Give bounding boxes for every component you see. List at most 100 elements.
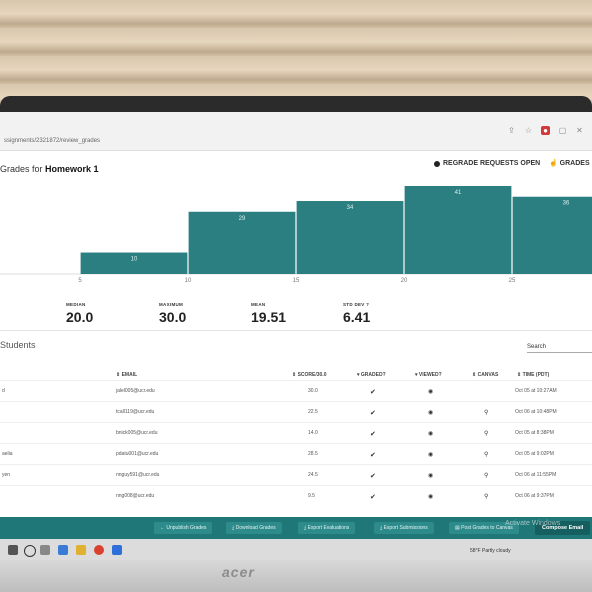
hand-icon: ☝ <box>549 160 558 167</box>
regrade-requests-toggle[interactable]: REGRADE REQUESTS OPEN <box>434 160 540 167</box>
mean-value: 19.51 <box>251 309 287 325</box>
table-row[interactable]: d jalel005@ucr.edu 30.0 ✔ ◉ Oct 05 at 10:27AM <box>0 380 592 402</box>
column-header-score[interactable]: ⇕ SCORE/30.0 <box>292 372 326 378</box>
task-view-icon[interactable] <box>40 545 50 555</box>
student-score: 24.5 <box>308 472 318 478</box>
maximum-value: 30.0 <box>159 309 187 325</box>
export-evaluations-button[interactable]: ⤓ Export Evaluations <box>298 522 356 534</box>
search-input[interactable]: Search <box>527 344 592 353</box>
address-bar[interactable]: ssignments/2321872/review_grades <box>4 138 100 144</box>
table-row[interactable]: tcall119@ucr.edu 22.5 ✔ ◉ ⚲ Oct 06 at 10:48PM <box>0 401 592 423</box>
column-header-canvas[interactable]: ⇕ CANVAS <box>472 372 498 378</box>
histogram-x-tick: 10 <box>185 278 192 284</box>
screen: ssignments/2321872/review_grades ⇪ ☆ ● ▢… <box>0 112 592 562</box>
window-icon[interactable]: ▢ <box>558 126 567 135</box>
student-score: 30.0 <box>308 388 318 394</box>
edge-icon[interactable] <box>58 545 68 555</box>
stat-stddev: STD DEV ? 6.41 <box>343 302 370 325</box>
monitor-bezel <box>0 560 592 592</box>
help-icon[interactable]: ? <box>366 302 369 307</box>
canvas-link-icon[interactable]: ⚲ <box>484 451 488 458</box>
stat-maximum: MAXIMUM 30.0 <box>159 302 186 325</box>
graded-check-icon: ✔ <box>370 389 376 396</box>
search-icon[interactable] <box>24 545 36 557</box>
column-header-email[interactable]: ⇕ EMAIL <box>116 372 137 378</box>
histogram-bar[interactable] <box>512 196 592 274</box>
graded-check-icon: ✔ <box>370 473 376 480</box>
close-icon[interactable]: ✕ <box>575 126 584 135</box>
histogram-bar[interactable] <box>296 201 404 274</box>
students-heading: Students <box>0 340 36 350</box>
browser-extension-icons: ⇪ ☆ ● ▢ ✕ <box>507 126 584 135</box>
viewed-eye-icon: ◉ <box>428 494 434 500</box>
student-email[interactable]: bnick005@ucr.edu <box>116 430 158 436</box>
student-name: yen <box>2 472 11 478</box>
graded-check-icon: ✔ <box>370 431 376 438</box>
stat-mean: MEAN 19.51 <box>251 302 286 325</box>
histogram-bar-label: 41 <box>455 190 462 196</box>
student-email[interactable]: jalel005@ucr.edu <box>116 388 155 394</box>
student-score: 9.5 <box>308 493 315 499</box>
stat-median: MEDIAN 20.0 <box>66 302 93 325</box>
submission-time: Oct 05 at 8:38PM <box>515 430 554 436</box>
taskbar: 58°F Partly cloudy <box>0 539 592 562</box>
footer-action-bar: ← Unpublish Grades ⤓ Download Grades ⤓ E… <box>0 517 592 539</box>
table-row[interactable]: bnick005@ucr.edu 14.0 ✔ ◉ ⚲ Oct 05 at 8:38PM <box>0 422 592 444</box>
grades-menu[interactable]: ☝ GRADES <box>549 159 590 167</box>
median-value: 20.0 <box>66 309 94 325</box>
viewed-eye-icon: ◉ <box>428 452 434 458</box>
column-header-time[interactable]: ⇕ TIME (PDT) <box>517 372 549 378</box>
stddev-value: 6.41 <box>343 309 371 325</box>
submission-time: Oct 05 at 10:27AM <box>515 388 557 394</box>
extension-icon[interactable]: ● <box>541 126 550 135</box>
column-header-viewed[interactable]: ▾ VIEWED? <box>415 372 442 378</box>
start-icon[interactable] <box>8 545 18 555</box>
chrome-icon[interactable] <box>94 545 104 555</box>
histogram-x-tick: 15 <box>293 278 300 284</box>
file-explorer-icon[interactable] <box>76 545 86 555</box>
export-submissions-button[interactable]: ⤓ Export Submissions <box>374 522 434 534</box>
share-icon[interactable]: ⇪ <box>507 126 516 135</box>
download-grades-button[interactable]: ⤓ Download Grades <box>226 522 282 534</box>
canvas-link-icon[interactable]: ⚲ <box>484 409 488 416</box>
table-row[interactable]: aelia pdatu001@ucr.edu 28.5 ✔ ◉ ⚲ Oct 05 at 9:… <box>0 443 592 465</box>
weather-widget[interactable]: 58°F Partly cloudy <box>470 548 511 554</box>
graded-check-icon: ✔ <box>370 494 376 501</box>
histogram-x-tick: 25 <box>509 278 516 284</box>
score-histogram: 10 29 34 41 36 5 10 15 20 25 <box>0 186 592 284</box>
histogram-x-tick: 20 <box>401 278 408 284</box>
histogram-bar[interactable] <box>404 186 512 274</box>
histogram-bar-label: 10 <box>131 257 138 263</box>
submission-time: Oct 05 at 9:02PM <box>515 451 554 457</box>
star-icon[interactable]: ☆ <box>524 126 533 135</box>
student-email[interactable]: pdatu001@ucr.edu <box>116 451 158 457</box>
browser-toolbar: ssignments/2321872/review_grades ⇪ ☆ ● ▢… <box>0 112 592 151</box>
submission-time: Oct 06 at 9:37PM <box>515 493 554 499</box>
canvas-link-icon[interactable]: ⚲ <box>484 493 488 500</box>
table-row[interactable]: nng008@ucr.edu 9.5 ✔ ◉ ⚲ Oct 06 at 9:37PM <box>0 485 592 507</box>
canvas-link-icon[interactable]: ⚲ <box>484 430 488 437</box>
student-email[interactable]: nng008@ucr.edu <box>116 493 154 499</box>
stddev-label-wrap: STD DEV ? <box>343 302 370 307</box>
histogram-bar-label: 29 <box>239 216 246 222</box>
table-row[interactable]: yen nnguy591@ucr.edu 24.5 ✔ ◉ ⚲ Oct 06 at 11:5… <box>0 464 592 486</box>
monitor-brand-logo: acer <box>222 564 255 580</box>
assignment-name: Homework 1 <box>45 164 99 174</box>
student-score: 14.0 <box>308 430 318 436</box>
student-name: aelia <box>2 451 13 457</box>
column-header-graded[interactable]: ▾ GRADED? <box>357 372 386 378</box>
student-email[interactable]: tcall119@ucr.edu <box>116 409 154 415</box>
student-email[interactable]: nnguy591@ucr.edu <box>116 472 159 478</box>
student-score: 28.5 <box>308 451 318 457</box>
store-icon[interactable] <box>112 545 122 555</box>
student-name: d <box>2 388 5 394</box>
title-prefix: Grades for <box>0 164 43 174</box>
viewed-eye-icon: ◉ <box>428 389 434 395</box>
regrade-label: REGRADE REQUESTS OPEN <box>443 160 541 167</box>
unpublish-grades-button[interactable]: ← Unpublish Grades <box>154 522 213 534</box>
canvas-link-icon[interactable]: ⚲ <box>484 472 488 479</box>
submission-time: Oct 06 at 11:55PM <box>515 472 557 478</box>
grades-menu-label: GRADES <box>559 160 590 167</box>
median-label: MEDIAN <box>66 302 86 307</box>
viewed-eye-icon: ◉ <box>428 473 434 479</box>
